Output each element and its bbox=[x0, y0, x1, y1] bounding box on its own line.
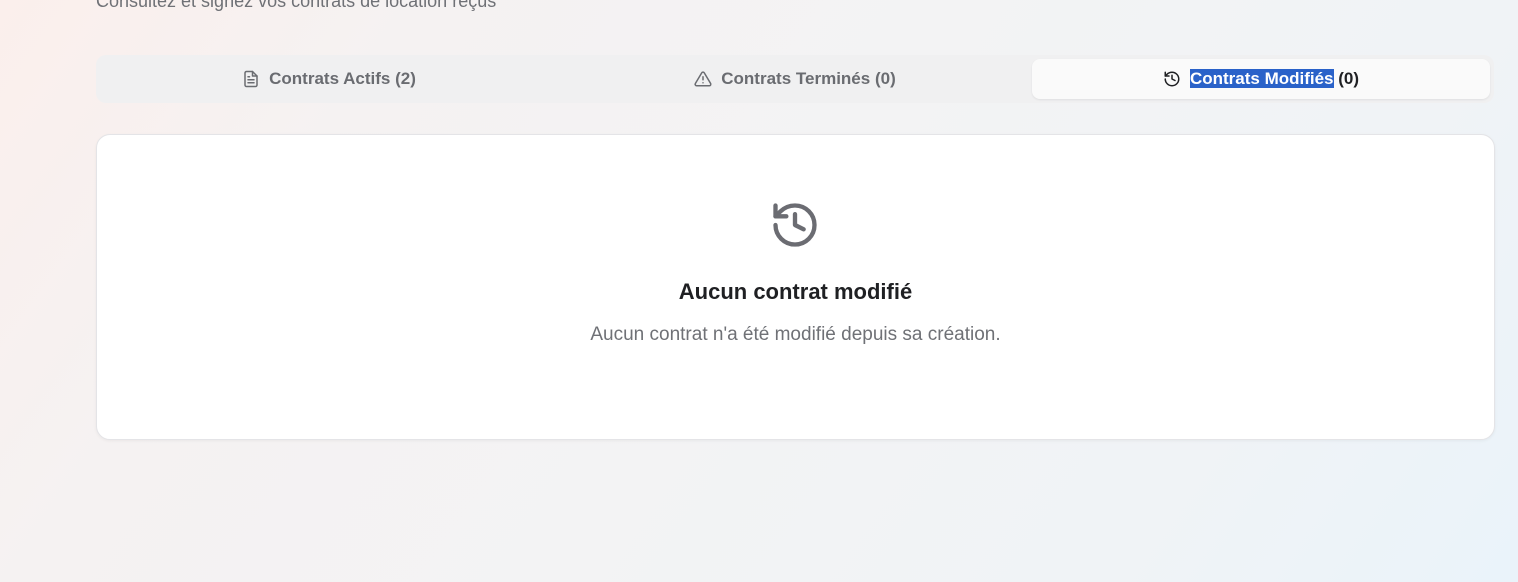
page-subtitle: Consultez et signez vos contrats de loca… bbox=[96, 0, 497, 11]
history-icon bbox=[1163, 70, 1181, 88]
tab-label: Contrats Actifs bbox=[269, 69, 391, 88]
alert-triangle-icon bbox=[694, 70, 712, 88]
empty-state-description: Aucun contrat n'a été modifié depuis sa … bbox=[590, 324, 1001, 345]
tab-count: (0) bbox=[874, 69, 896, 88]
contract-tabs: Contrats Actifs (2) Contrats Terminés (0… bbox=[96, 55, 1494, 103]
tab-count: (0) bbox=[1338, 69, 1360, 88]
tab-modified-contracts[interactable]: Contrats Modifiés (0) bbox=[1032, 59, 1490, 99]
empty-state-card: Aucun contrat modifié Aucun contrat n'a … bbox=[96, 134, 1495, 440]
tab-terminated-contracts[interactable]: Contrats Terminés (0) bbox=[566, 59, 1024, 99]
empty-state-title: Aucun contrat modifié bbox=[678, 279, 913, 304]
file-text-icon bbox=[242, 70, 260, 88]
tab-count: (2) bbox=[395, 69, 416, 88]
tab-active-contracts[interactable]: Contrats Actifs (2) bbox=[100, 59, 558, 99]
history-icon bbox=[773, 203, 817, 247]
tab-label: Contrats Terminés bbox=[721, 69, 871, 88]
tab-label: Contrats Modifiés bbox=[1189, 69, 1334, 88]
